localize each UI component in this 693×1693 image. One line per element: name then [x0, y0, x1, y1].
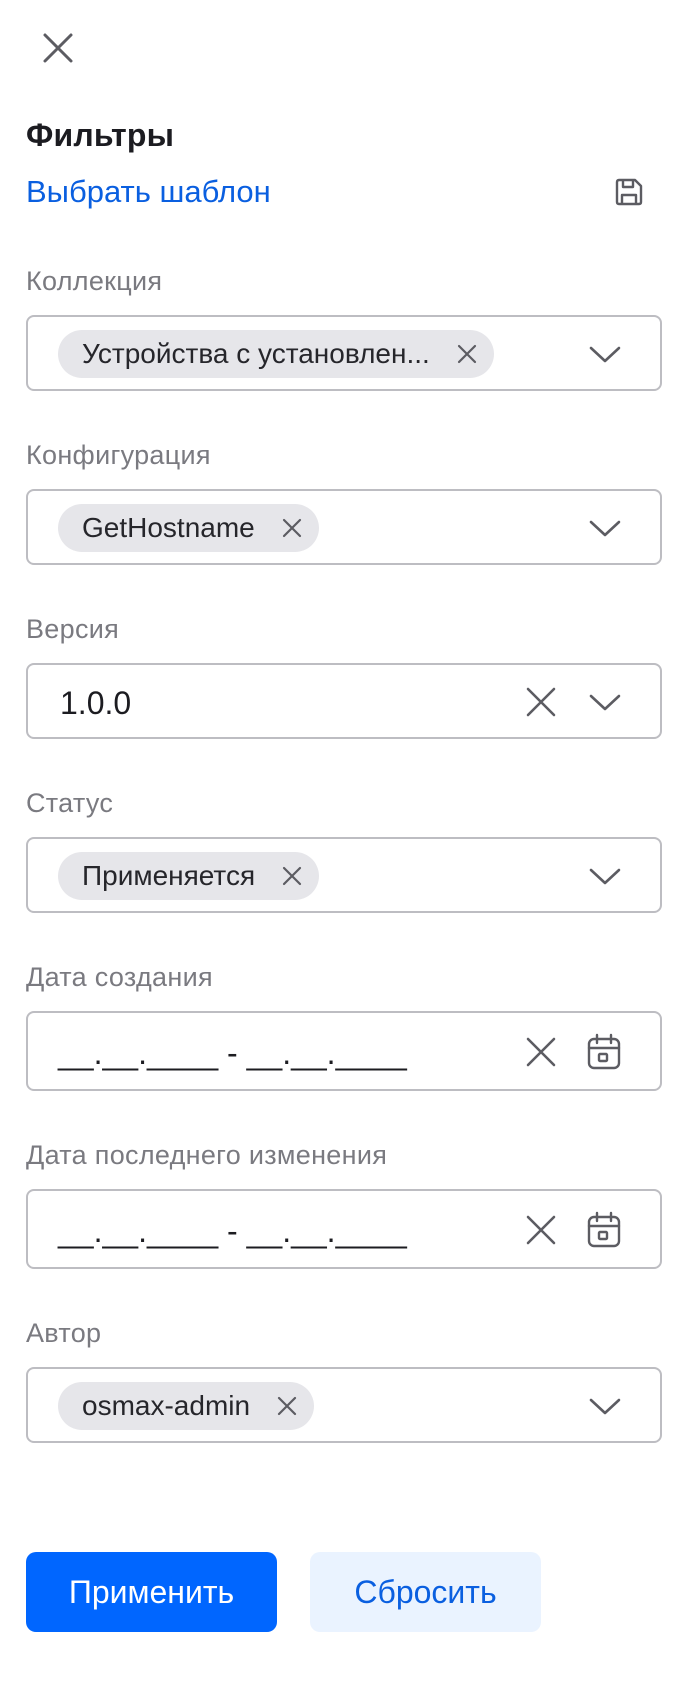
select-template-link[interactable]: Выбрать шаблон: [26, 174, 271, 210]
collection-chip: Устройства с установлен...: [58, 330, 494, 378]
chip-label: osmax-admin: [82, 1390, 251, 1421]
clear-icon[interactable]: [524, 1035, 558, 1069]
chip-remove-button[interactable]: [272, 1391, 302, 1421]
apply-button[interactable]: Применить: [26, 1552, 277, 1632]
status-chip: Применяется: [58, 852, 320, 900]
modified-date-label: Дата последнего изменения: [26, 1140, 388, 1170]
version-value: 1.0.0: [60, 685, 132, 721]
collection-select[interactable]: Устройства с установлен...: [26, 315, 662, 391]
close-icon: [457, 344, 476, 364]
chip-label: Применяется: [82, 860, 256, 891]
chip-label: Устройства с установлен...: [82, 338, 430, 369]
author-select[interactable]: osmax-admin: [26, 1367, 662, 1443]
collection-label: Коллекция: [26, 266, 163, 296]
date-range-mask: __.__.____ - __.__.____: [58, 1035, 407, 1071]
clear-icon[interactable]: [524, 1213, 558, 1247]
chevron-down-icon[interactable]: [588, 339, 622, 369]
chip-remove-button[interactable]: [452, 339, 482, 369]
clear-icon[interactable]: [524, 685, 558, 719]
chevron-down-icon[interactable]: [588, 1391, 622, 1421]
close-icon: [43, 33, 73, 63]
created-date-label: Дата создания: [26, 962, 213, 992]
close-icon: [282, 518, 301, 538]
chevron-down-icon[interactable]: [588, 513, 622, 543]
reset-button[interactable]: Сбросить: [310, 1552, 541, 1632]
configuration-select[interactable]: GetHostname: [26, 489, 662, 565]
close-icon: [283, 866, 302, 886]
save-template-button[interactable]: [613, 176, 645, 208]
close-icon: [277, 1396, 297, 1416]
page-title: Фильтры: [26, 117, 175, 153]
chevron-down-icon[interactable]: [588, 687, 622, 717]
status-select[interactable]: Применяется: [26, 837, 662, 913]
version-label: Версия: [26, 614, 120, 644]
chip-label: GetHostname: [82, 512, 255, 543]
configuration-label: Конфигурация: [26, 440, 211, 470]
created-date-range-input[interactable]: __.__.____ - __.__.____: [26, 1011, 662, 1091]
chevron-down-icon[interactable]: [588, 861, 622, 891]
chip-remove-button[interactable]: [277, 513, 307, 543]
calendar-icon[interactable]: [586, 1033, 622, 1071]
calendar-icon[interactable]: [586, 1211, 622, 1249]
version-select[interactable]: 1.0.0: [26, 663, 662, 739]
configuration-chip: GetHostname: [58, 504, 319, 552]
status-label: Статус: [26, 788, 114, 818]
close-button[interactable]: [38, 28, 78, 68]
date-range-mask: __.__.____ - __.__.____: [58, 1213, 407, 1249]
chip-remove-button[interactable]: [277, 861, 307, 891]
save-icon: [615, 178, 643, 206]
modified-date-range-input[interactable]: __.__.____ - __.__.____: [26, 1189, 662, 1269]
author-chip: osmax-admin: [58, 1382, 315, 1430]
author-label: Автор: [26, 1318, 102, 1348]
